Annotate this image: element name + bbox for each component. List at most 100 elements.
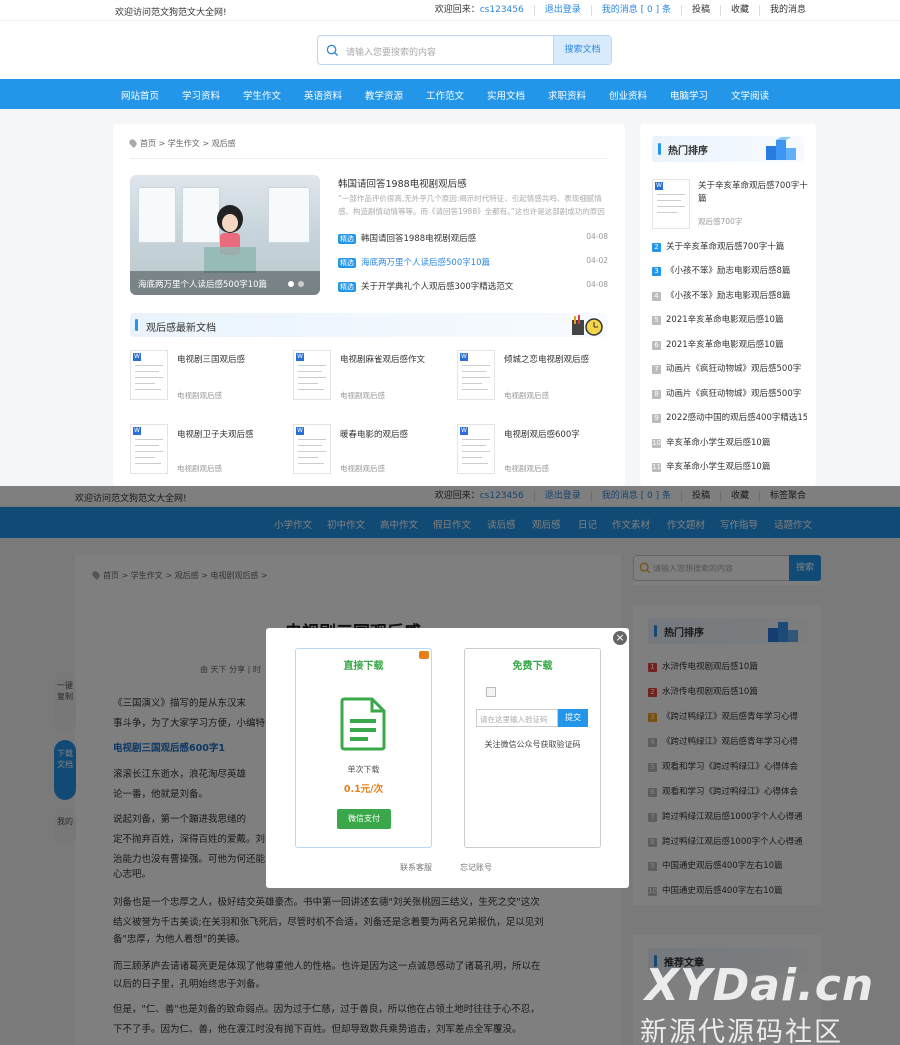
doc-category: 电视剧观后感 bbox=[177, 391, 222, 400]
hot-item[interactable]: 3 《小孩不笨》励志电影观后感8篇 bbox=[652, 264, 807, 276]
list-item[interactable]: 精选 海底两万里个人读后感500字10篇 04-02 bbox=[338, 256, 608, 268]
nav-item[interactable]: 教学资源 bbox=[365, 88, 403, 102]
wechat-pay-button[interactable]: 微信支付 bbox=[337, 809, 391, 829]
watermark-text: 新源代源码社区 bbox=[640, 1017, 843, 1045]
feature-title[interactable]: 韩国请回答1988电视剧观后感 bbox=[338, 176, 467, 190]
submit-button[interactable]: 提交 bbox=[558, 709, 588, 727]
slide-dot[interactable] bbox=[298, 281, 304, 287]
nav-item[interactable]: 学习资料 bbox=[182, 88, 220, 102]
search-icon bbox=[326, 44, 339, 57]
doc-thumbnail[interactable]: W bbox=[293, 350, 331, 400]
clock-icon bbox=[572, 315, 603, 336]
nav-item[interactable]: 创业资料 bbox=[609, 88, 647, 102]
window-decor bbox=[138, 187, 176, 243]
close-icon[interactable]: × bbox=[611, 629, 629, 647]
hot-item[interactable]: 5 2021辛亥革命电影观后感10篇 bbox=[652, 313, 807, 325]
nav-item[interactable]: 电脑学习 bbox=[670, 88, 708, 102]
section-bar bbox=[135, 319, 138, 331]
girl-illustration bbox=[204, 205, 256, 273]
forgot-account-link[interactable]: 忘记账号 bbox=[460, 862, 492, 873]
nav-item[interactable]: 求职资料 bbox=[548, 88, 586, 102]
doc-category: 电视剧观后感 bbox=[177, 464, 222, 473]
doc-thumbnail[interactable]: W bbox=[457, 350, 495, 400]
word-icon: W bbox=[133, 427, 141, 435]
hot-item[interactable]: 6 2021辛亥革命电影观后感10篇 bbox=[652, 338, 807, 350]
word-icon: W bbox=[655, 182, 663, 190]
welcome-back: 欢迎回来：cs123456 bbox=[434, 5, 524, 15]
hero-slide[interactable]: 海底两万里个人读后感500字10篇 bbox=[130, 175, 320, 295]
logout-link[interactable]: 退出登录 bbox=[533, 5, 591, 16]
nav-item[interactable]: 网站首页 bbox=[121, 88, 159, 102]
qr-code-image bbox=[486, 687, 496, 697]
divider bbox=[130, 158, 607, 159]
doc-title[interactable]: 暖春电影的观后感 bbox=[340, 428, 408, 440]
hot-item[interactable]: 11 辛亥革命小学生观后感10篇 bbox=[652, 460, 807, 472]
breadcrumb-current[interactable]: 观后感 bbox=[212, 139, 236, 148]
word-icon: W bbox=[296, 353, 304, 361]
word-icon: W bbox=[460, 353, 468, 361]
hot-item[interactable]: 7 动画片《疯狂动物城》观后感500字 bbox=[652, 362, 807, 374]
doc-title[interactable]: 电视剧观后感600字 bbox=[504, 428, 580, 440]
nav-item[interactable]: 英语资料 bbox=[304, 88, 342, 102]
contribute-link[interactable]: 投稿 bbox=[680, 5, 720, 16]
list-date: 04-08 bbox=[586, 280, 608, 289]
doc-title[interactable]: 电视剧麻雀观后感作文 bbox=[340, 353, 425, 365]
hot-header: 热门排序 bbox=[652, 136, 804, 162]
doc-category: 电视剧观后感 bbox=[504, 391, 549, 400]
slide-dot[interactable] bbox=[288, 281, 294, 287]
word-icon: W bbox=[296, 427, 304, 435]
breadcrumb-category[interactable]: 学生作文 bbox=[168, 139, 200, 148]
paid-download-box: 直接下载 单次下载 0.1元/次 微信支付 bbox=[295, 648, 432, 848]
nav-item[interactable]: 学生作文 bbox=[243, 88, 281, 102]
word-icon: W bbox=[133, 353, 141, 361]
hot-item[interactable]: 9 2022感动中国的观后感400字精选15 bbox=[652, 411, 807, 423]
breadcrumb-home[interactable]: 首页 bbox=[140, 139, 156, 148]
search-box: 请输入您要搜索的内容 搜索文档 bbox=[317, 35, 612, 65]
doc-thumbnail[interactable]: W bbox=[293, 424, 331, 474]
free-title: 免费下载 bbox=[512, 661, 553, 672]
top-links: 欢迎回来：cs123456 退出登录 我的消息 [ 0 ] 条 投稿 收藏 我的… bbox=[425, 5, 816, 16]
doc-thumbnail[interactable]: W bbox=[130, 350, 168, 400]
hot-top-category: 观后感700字 bbox=[698, 217, 743, 226]
nav-item[interactable]: 工作范文 bbox=[426, 88, 464, 102]
doc-title[interactable]: 电视剧三国观后感 bbox=[177, 353, 245, 365]
doc-title[interactable]: 倾城之恋电视剧观后感 bbox=[504, 353, 589, 365]
section-bar bbox=[658, 143, 661, 155]
favorites-link[interactable]: 收藏 bbox=[719, 5, 759, 16]
hot-item[interactable]: 10 辛亥革命小学生观后感10篇 bbox=[652, 436, 807, 448]
username-link[interactable]: cs123456 bbox=[480, 5, 524, 15]
my-messages-link[interactable]: 我的消息 bbox=[758, 5, 816, 16]
price: 0.1元/次 bbox=[343, 784, 384, 795]
messages-link[interactable]: 我的消息 [ 0 ] 条 bbox=[590, 5, 681, 16]
welcome-text: 欢迎访问范文狗范文大全网! bbox=[115, 8, 227, 18]
wechat-note: 关注微信公众号获取验证码 bbox=[484, 740, 581, 749]
doc-thumbnail[interactable]: W bbox=[457, 424, 495, 474]
main-nav: 网站首页 学习资料 学生作文 英语资料 教学资源 工作范文 实用文档 求职资料 … bbox=[0, 79, 900, 109]
section-header: 观后感最新文档 bbox=[130, 313, 607, 337]
single-download-label: 单次下载 bbox=[347, 765, 380, 774]
doc-title[interactable]: 电视剧卫子夫观后感 bbox=[177, 428, 254, 440]
watermark-logo: XYDai.cn bbox=[645, 960, 875, 1011]
section-title: 观后感最新文档 bbox=[146, 323, 216, 334]
doc-thumbnail[interactable]: W bbox=[652, 179, 690, 229]
list-item[interactable]: 精选 关于开学典礼个人观后感300字精选范文 04-08 bbox=[338, 280, 608, 292]
vip-badge-icon bbox=[419, 651, 429, 659]
search-button[interactable]: 搜索文档 bbox=[553, 36, 611, 64]
list-item[interactable]: 精选 韩国请回答1988电视剧观后感 04-08 bbox=[338, 232, 608, 244]
free-download-box: 免费下载 请在这里输入验证码 提交 关注微信公众号获取验证码 bbox=[464, 648, 601, 848]
nav-item[interactable]: 实用文档 bbox=[487, 88, 525, 102]
nav-item[interactable]: 文学阅读 bbox=[731, 88, 769, 102]
location-icon bbox=[128, 138, 138, 148]
doc-category: 电视剧观后感 bbox=[504, 464, 549, 473]
cubes-icon bbox=[766, 137, 796, 160]
hot-title: 热门排序 bbox=[668, 146, 708, 157]
doc-thumbnail[interactable]: W bbox=[130, 424, 168, 474]
contact-service-link[interactable]: 联系客服 bbox=[400, 862, 432, 873]
hot-top-title[interactable]: 关于辛亥革命观后感700字十篇 bbox=[698, 180, 808, 206]
hot-item[interactable]: 2 关于辛亥革命观后感700字十篇 bbox=[652, 240, 807, 252]
hot-item[interactable]: 8 动画片《疯狂动物城》观后感500字 bbox=[652, 387, 807, 399]
captcha-input[interactable]: 请在这里输入验证码 bbox=[476, 709, 558, 727]
hot-item[interactable]: 4 《小孩不笨》励志电影观后感8篇 bbox=[652, 289, 807, 301]
featured-badge: 精选 bbox=[338, 282, 356, 292]
search-input[interactable]: 请输入您要搜索的内容 bbox=[346, 45, 436, 58]
